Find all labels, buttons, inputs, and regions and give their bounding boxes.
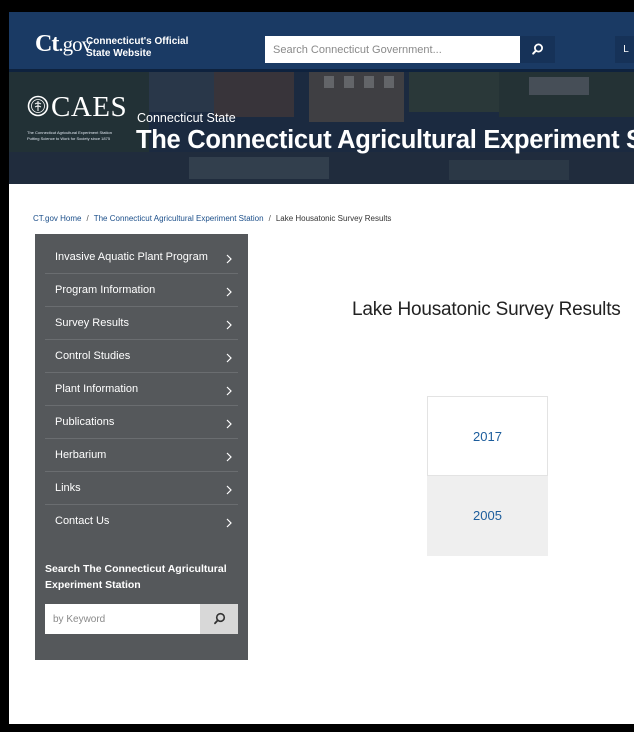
caes-logo-subtitle-1: The Connecticut Agricultural Experiment … xyxy=(27,130,112,135)
language-button[interactable]: L xyxy=(615,36,634,63)
chevron-right-icon xyxy=(226,254,232,264)
chevron-right-icon xyxy=(226,452,232,462)
caes-logo-subtitle-2: Putting Science to Work for Society sinc… xyxy=(27,136,111,141)
sidebar-search-input[interactable] xyxy=(45,604,200,634)
sidebar-item-label: Contact Us xyxy=(55,515,110,527)
search-icon xyxy=(214,612,226,625)
chevron-right-icon xyxy=(226,518,232,528)
breadcrumb-current: Lake Housatonic Survey Results xyxy=(275,214,392,223)
ct-gov-logo[interactable]: Ct.gov xyxy=(35,31,92,57)
banner-title: The Connecticut Agricultural Experiment … xyxy=(136,126,634,154)
chevron-right-icon xyxy=(226,287,232,297)
sidebar-item-invasive-aquatic-plant-program[interactable]: Invasive Aquatic Plant Program xyxy=(45,242,238,274)
sidebar-item-label: Invasive Aquatic Plant Program xyxy=(55,251,208,263)
year-link-2017[interactable]: 2017 xyxy=(427,396,548,476)
search-icon xyxy=(532,43,543,55)
sidebar-search-label: Search The Connecticut Agricultural Expe… xyxy=(45,563,227,591)
sidebar-item-herbarium[interactable]: Herbarium xyxy=(45,440,238,472)
sidebar-item-program-information[interactable]: Program Information xyxy=(45,275,238,307)
year-link-2005[interactable]: 2005 xyxy=(427,476,548,556)
sidebar-item-publications[interactable]: Publications xyxy=(45,407,238,439)
browser-page: Ct.gov Connecticut's Official State Webs… xyxy=(9,12,634,724)
breadcrumb-home[interactable]: CT.gov Home xyxy=(33,214,81,223)
caes-logo[interactable]: CAES The Connecticut Agricultural Experi… xyxy=(27,92,137,152)
sidebar: Invasive Aquatic Plant Program Program I… xyxy=(35,234,248,660)
sidebar-item-label: Survey Results xyxy=(55,317,129,329)
sidebar-item-label: Program Information xyxy=(55,284,156,296)
chevron-right-icon xyxy=(226,353,232,363)
breadcrumb-separator: / xyxy=(268,214,271,223)
sidebar-item-label: Control Studies xyxy=(55,350,131,362)
chevron-right-icon xyxy=(226,485,232,495)
sidebar-item-survey-results[interactable]: Survey Results xyxy=(45,308,238,340)
breadcrumb-separator: / xyxy=(86,214,89,223)
sidebar-item-plant-information[interactable]: Plant Information xyxy=(45,374,238,406)
sidebar-item-label: Plant Information xyxy=(55,383,139,395)
official-line-2: State Website xyxy=(86,48,152,59)
sidebar-search-button[interactable] xyxy=(200,604,238,634)
page-title: Lake Housatonic Survey Results xyxy=(352,299,621,320)
breadcrumb-agency[interactable]: The Connecticut Agricultural Experiment … xyxy=(94,214,264,223)
sidebar-item-contact-us[interactable]: Contact Us xyxy=(45,506,238,538)
hero-banner: CAES The Connecticut Agricultural Experi… xyxy=(9,72,634,184)
header-search-input[interactable] xyxy=(265,36,520,63)
chevron-right-icon xyxy=(226,419,232,429)
caes-logo-text: CAES xyxy=(51,91,128,123)
logo-ct-text: Ct xyxy=(35,31,59,57)
breadcrumb: CT.gov Home / The Connecticut Agricultural… xyxy=(33,214,391,223)
sidebar-item-label: Publications xyxy=(55,416,115,428)
sidebar-item-links[interactable]: Links xyxy=(45,473,238,505)
site-header: Ct.gov Connecticut's Official State Webs… xyxy=(9,12,634,72)
sidebar-item-control-studies[interactable]: Control Studies xyxy=(45,341,238,373)
official-line-1: Connecticut's Official xyxy=(86,36,189,47)
seal-icon xyxy=(27,95,49,117)
official-site-label[interactable]: Connecticut's Official State Website xyxy=(86,36,196,60)
chevron-right-icon xyxy=(226,320,232,330)
header-search-button[interactable] xyxy=(520,36,555,63)
header-search xyxy=(265,36,555,63)
sidebar-item-label: Herbarium xyxy=(55,449,107,461)
chevron-right-icon xyxy=(226,386,232,396)
banner-kicker: Connecticut State xyxy=(137,111,236,125)
sidebar-item-label: Links xyxy=(55,482,81,494)
